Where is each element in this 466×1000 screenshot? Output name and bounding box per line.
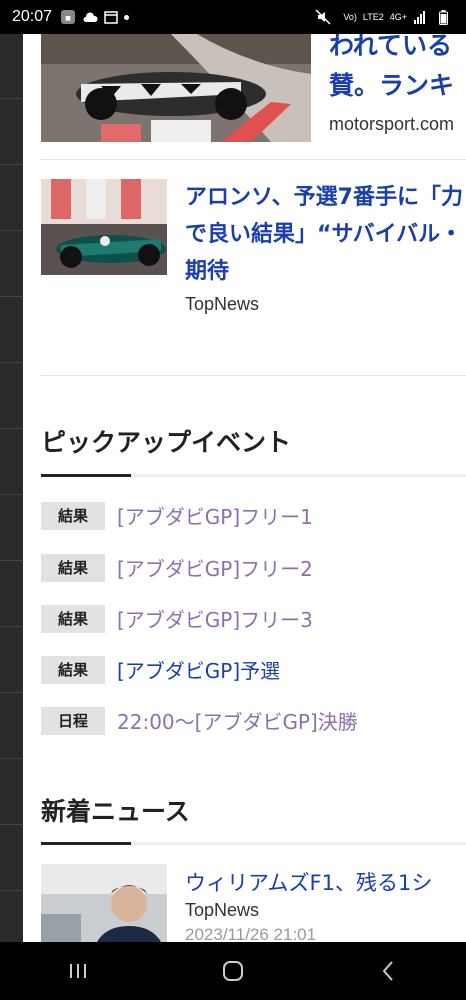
news-source: motorsport.com — [329, 114, 455, 134]
news-source: TopNews — [185, 900, 260, 920]
home-button[interactable] — [203, 951, 263, 991]
event-badge: 結果 — [41, 501, 105, 530]
news-title[interactable]: 期待 — [185, 253, 466, 290]
news-item[interactable]: われている 賛。ランキ motorsport.com — [41, 34, 466, 142]
status-time: 20:07 — [12, 8, 53, 25]
calendar-icon — [104, 10, 118, 24]
news-thumbnail[interactable] — [41, 179, 167, 275]
event-item[interactable]: 日程 22:00～[アブダビGP]決勝 — [41, 706, 358, 735]
signal-icon — [413, 10, 427, 24]
event-badge: 結果 — [41, 553, 105, 582]
notification-app-icon: ■ — [60, 9, 76, 25]
divider — [41, 159, 466, 160]
news-title[interactable]: われている — [329, 34, 466, 66]
news-thumbnail[interactable] — [41, 34, 311, 142]
event-link[interactable]: [アブダビGP]予選 — [117, 655, 280, 684]
event-link[interactable]: [アブダビGP]フリー1 — [117, 501, 313, 530]
event-link[interactable]: [アブダビGP]フリー2 — [117, 553, 313, 582]
network-label-4g: 4G+ — [389, 12, 407, 22]
news-title[interactable]: 賛。ランキ — [329, 66, 466, 106]
section-rule — [41, 474, 466, 477]
event-item[interactable]: 結果 [アブダビGP]フリー2 — [41, 553, 313, 582]
battery-icon — [439, 9, 448, 25]
navigation-bar — [0, 942, 466, 1000]
event-link[interactable]: 22:00～[アブダビGP]決勝 — [117, 706, 358, 735]
news-source: TopNews — [185, 294, 260, 314]
news-item[interactable]: ウィリアムズF1、残る1シ TopNews 2023/11/26 21:01 — [41, 864, 466, 942]
svg-text:■: ■ — [65, 15, 71, 22]
news-title[interactable]: アロンソ、予選7番手に「力 — [185, 179, 466, 216]
mute-icon — [315, 9, 331, 25]
news-title[interactable]: ウィリアムズF1、残る1シ — [185, 868, 466, 898]
event-badge: 結果 — [41, 604, 105, 633]
event-item[interactable]: 結果 [アブダビGP]予選 — [41, 655, 280, 684]
event-item[interactable]: 結果 [アブダビGP]フリー3 — [41, 604, 313, 633]
event-badge: 日程 — [41, 706, 105, 735]
news-date: 2023/11/26 21:01 — [185, 925, 317, 942]
back-button[interactable] — [358, 951, 418, 991]
divider — [41, 375, 466, 376]
network-label-volte: Vo) — [343, 12, 357, 22]
section-rule — [41, 842, 466, 845]
cloud-icon — [82, 11, 98, 23]
section-heading-pickup-events: ピックアップイベント — [41, 428, 292, 457]
event-item[interactable]: 結果 [アブダビGP]フリー1 — [41, 501, 313, 530]
news-item[interactable]: アロンソ、予選7番手に「力 で良い結果」“サバイバル・ 期待 TopNews — [41, 179, 466, 315]
news-title[interactable]: で良い結果」“サバイバル・ — [185, 216, 466, 253]
event-link[interactable]: [アブダビGP]フリー3 — [117, 604, 313, 633]
news-thumbnail[interactable] — [41, 864, 167, 942]
status-bar: 20:07 ■ Vo) LTE2 4G+ — [0, 0, 466, 34]
notification-dot — [124, 14, 130, 20]
web-content[interactable]: われている 賛。ランキ motorsport.com アロンソ、予選7番手に「力… — [23, 34, 466, 942]
background-page-strip — [0, 34, 23, 942]
event-badge: 結果 — [41, 655, 105, 684]
network-label-lte: LTE2 — [362, 12, 384, 22]
section-heading-latest-news: 新着ニュース — [41, 797, 190, 826]
recent-apps-button[interactable] — [48, 951, 108, 991]
